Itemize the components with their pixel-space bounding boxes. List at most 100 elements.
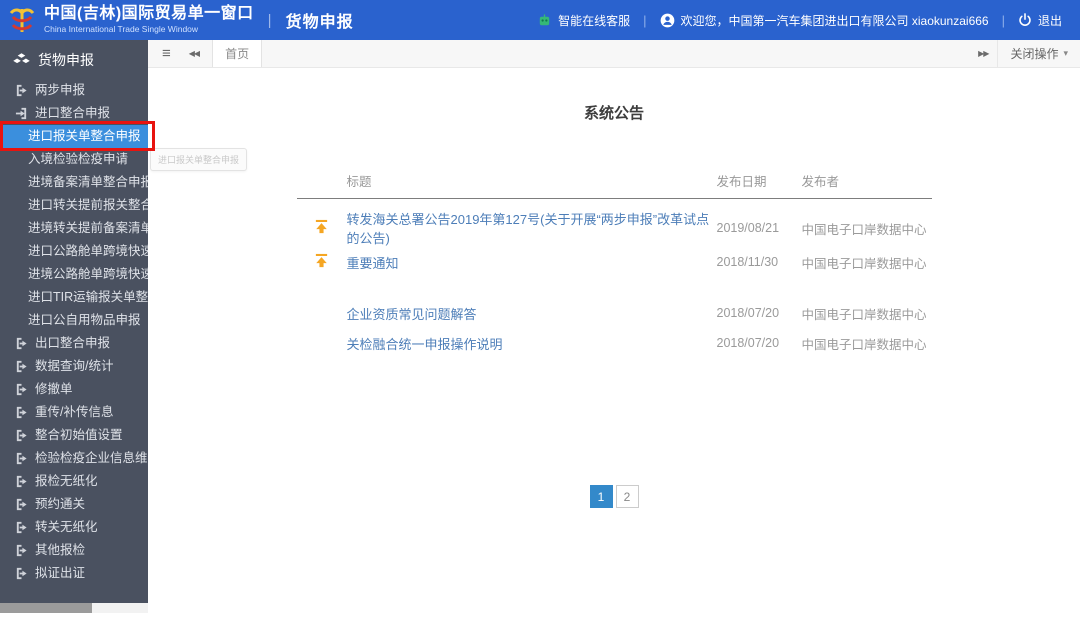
sidebar-item-appointment-clearance[interactable]: 预约通关 [0, 493, 148, 516]
sidebar-title: 货物申报 [0, 40, 148, 72]
announcement-date: 2018/07/20 [716, 306, 780, 320]
title-column-header: 标题 [341, 171, 712, 199]
welcome-text: 欢迎您，中国第一汽车集团进出口有限公司 xiaokunzai666 [680, 13, 989, 28]
sidebar-nav: 两步申报 进口整合申报 进口报关单整合申报 入境检验检疫申请 进境备案清单整合申… [0, 79, 148, 585]
announcement-date: 2018/11/30 [716, 255, 779, 269]
chevron-down-icon: ▾ [1063, 48, 1068, 58]
main-area: ≡ ◀◀ 首页 ▶▶ 关闭操作 ▾ 系统公告 标题 发布日期 发布者 转发海关总… [148, 40, 1080, 617]
tab-home[interactable]: 首页 [212, 40, 263, 67]
menu-tooltip: 进口报关单整合申报 [150, 148, 248, 171]
tab-bar-right: ▶▶ 关闭操作 ▾ [969, 40, 1080, 67]
sign-out-icon [16, 475, 27, 488]
announcement-link[interactable]: 重要通知 [347, 256, 399, 271]
sidebar-item-data-query-statistics[interactable]: 数据查询/统计 [0, 355, 148, 378]
sign-in-icon [15, 107, 27, 120]
announcements-table: 标题 发布日期 发布者 转发海关总署公告2019年第127号(关于开展“两步申报… [296, 171, 932, 358]
announcement-publisher: 中国电子口岸数据中心 [801, 307, 927, 322]
pinned-top-icon [315, 219, 328, 234]
sidebar-item-export-integrated-declare[interactable]: 出口整合申报 [0, 332, 148, 355]
date-column-header: 发布日期 [711, 171, 797, 199]
sidebar: 货物申报 两步申报 进口整合申报 进口报关单整合申报 入境检验检疫申请 进境备案… [0, 40, 148, 603]
spacer-row [297, 277, 932, 298]
header-divider: | [267, 11, 272, 29]
top-header: 中国(吉林)国际贸易单一窗口 China International Trade… [0, 0, 1080, 40]
announcement-publisher: 中国电子口岸数据中心 [801, 256, 927, 271]
sidebar-item-paperless-transit[interactable]: 转关无纸化 [0, 516, 148, 539]
brand-subtitle: China International Trade Single Window [44, 23, 199, 34]
sign-out-icon [16, 544, 27, 557]
sign-out-icon [16, 429, 27, 442]
sidebar-item-import-transit-advance[interactable]: 进口转关提前报关整合申报 [0, 194, 148, 217]
app-title: 货物申报 [285, 14, 354, 31]
online-service-button[interactable]: 智能在线客服 [537, 12, 630, 29]
close-operations-dropdown[interactable]: 关闭操作 ▾ [997, 40, 1080, 67]
sidebar-item-paperless-inspection[interactable]: 报检无纸化 [0, 470, 148, 493]
announcement-link[interactable]: 关检融合统一申报操作说明 [347, 337, 503, 352]
announcements-panel: 系统公告 标题 发布日期 发布者 转发海关总署公告2019年第127号(关于开展… [148, 68, 1080, 617]
announcement-date: 2018/07/20 [716, 336, 780, 350]
sidebar-title-label: 货物申报 [38, 52, 94, 68]
welcome-user[interactable]: 欢迎您，中国第一汽车集团进出口有限公司 xiaokunzai666 [660, 12, 989, 29]
pagination: 1 2 [148, 485, 1080, 508]
sidebar-item-import-road-manifest[interactable]: 进口公路舱单跨境快速通关 [0, 240, 148, 263]
scroll-tabs-right-icon[interactable]: ▶▶ [969, 40, 997, 67]
sign-out-icon [16, 498, 27, 511]
sign-out-icon [16, 406, 27, 419]
cubes-icon [13, 52, 30, 63]
close-operations-label: 关闭操作 [1010, 47, 1059, 61]
sidebar-item-entry-inspection-quarantine[interactable]: 入境检验检疫申请 [0, 148, 148, 171]
tab-bar: ≡ ◀◀ 首页 ▶▶ 关闭操作 ▾ [148, 40, 1080, 68]
announcement-date: 2019/08/21 [716, 221, 780, 235]
sidebar-item-retransmit-supplement[interactable]: 重传/补传信息 [0, 401, 148, 424]
header-right: 智能在线客服 | 欢迎您，中国第一汽车集团进出口有限公司 xiaokunzai6… [537, 12, 1080, 29]
pin-column-header [296, 171, 342, 199]
scroll-tabs-left-icon[interactable]: ◀◀ [180, 40, 208, 67]
single-window-logo-icon [9, 8, 35, 32]
sidebar-item-integrated-initial-settings[interactable]: 整合初始值设置 [0, 424, 148, 447]
announcement-link[interactable]: 转发海关总署公告2019年第127号(关于开展“两步申报”改革试点的公告) [347, 212, 710, 246]
app-window: 中国(吉林)国际贸易单一窗口 China International Trade… [0, 0, 1080, 617]
page-button-1[interactable]: 1 [589, 485, 613, 508]
sidebar-item-entry-record-list[interactable]: 进境备案清单整合申报 [0, 171, 148, 194]
sign-out-icon [16, 521, 27, 534]
sidebar-item-ciq-enterprise-info[interactable]: 检验检疫企业信息维护 [0, 447, 148, 470]
publisher-column-header: 发布者 [796, 171, 932, 199]
page-button-2[interactable]: 2 [615, 485, 639, 508]
sidebar-item-import-declaration-form[interactable]: 进口报关单整合申报 [0, 125, 148, 148]
brand-text: 中国(吉林)国际贸易单一窗口 China International Trade… [44, 5, 254, 34]
scrollbar-thumb[interactable] [0, 603, 92, 613]
sidebar-item-import-personal-articles[interactable]: 进口公自用物品申报 [0, 309, 148, 332]
sidebar-item-entry-road-manifest[interactable]: 进境公路舱单跨境快速通关 [0, 263, 148, 286]
sign-out-icon [16, 84, 27, 97]
sidebar-item-two-step-declare[interactable]: 两步申报 [0, 79, 148, 102]
brand-title: 中国(吉林)国际贸易单一窗口 [44, 5, 254, 23]
sidebar-item-other-inspection[interactable]: 其他报检 [0, 539, 148, 562]
table-header-row: 标题 发布日期 发布者 [296, 171, 932, 199]
logout-button[interactable]: 退出 [1018, 12, 1062, 29]
brand: 中国(吉林)国际贸易单一窗口 China International Trade… [0, 4, 354, 36]
menu-toggle-icon[interactable]: ≡ [148, 40, 180, 67]
header-separator: | [1001, 12, 1005, 28]
sign-out-icon [16, 567, 27, 580]
sidebar-item-certificate-issuance[interactable]: 拟证出证 [0, 562, 148, 585]
table-row: 转发海关总署公告2019年第127号(关于开展“两步申报”改革试点的公告) 20… [297, 199, 932, 248]
table-row: 企业资质常见问题解答 2018/07/20 中国电子口岸数据中心 [297, 298, 932, 328]
header-separator: | [643, 12, 647, 28]
power-icon [1019, 13, 1031, 26]
sidebar-horizontal-scrollbar[interactable] [0, 603, 148, 613]
pinned-top-icon [315, 253, 328, 268]
robot-icon [539, 13, 550, 25]
announcement-publisher: 中国电子口岸数据中心 [801, 222, 927, 237]
logout-label: 退出 [1037, 13, 1062, 28]
online-service-label: 智能在线客服 [558, 13, 631, 28]
sidebar-item-entry-transit-advance-record[interactable]: 进境转关提前备案清单整合 [0, 217, 148, 240]
sign-out-icon [16, 383, 27, 396]
sidebar-item-import-tir-transport[interactable]: 进口TIR运输报关单整合申报 [0, 286, 148, 309]
sidebar-item-amend-withdraw[interactable]: 修撤单 [0, 378, 148, 401]
table-row: 关检融合统一申报操作说明 2018/07/20 中国电子口岸数据中心 [297, 328, 932, 358]
user-icon [660, 13, 674, 27]
page-title: 系统公告 [583, 105, 644, 122]
sidebar-item-import-integrated-declare[interactable]: 进口整合申报 [0, 102, 148, 125]
sign-out-icon [16, 452, 27, 465]
announcement-link[interactable]: 企业资质常见问题解答 [347, 307, 477, 322]
